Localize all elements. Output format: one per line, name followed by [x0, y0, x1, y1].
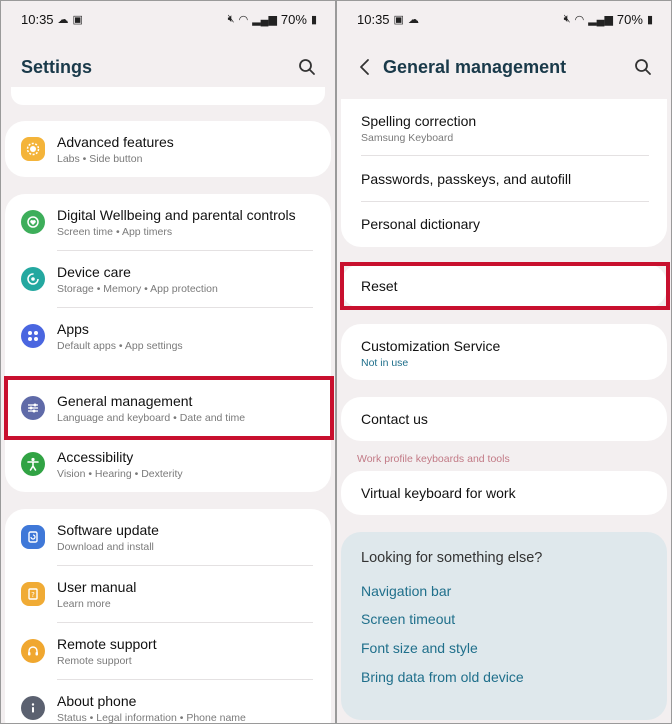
row-title: Personal dictionary [361, 216, 481, 232]
row-customization-service[interactable]: Customization Service Not in use [341, 324, 667, 380]
link-screen-timeout[interactable]: Screen timeout [361, 611, 455, 627]
row-title: User manual [57, 579, 137, 595]
row-subtitle: Learn more [57, 598, 111, 610]
info-icon [21, 696, 45, 720]
row-apps[interactable]: Apps Default apps • App settings [5, 308, 331, 364]
card-about-group: Software update Download and install ? U… [5, 509, 331, 724]
search-icon [299, 59, 315, 75]
row-virtual-keyboard-work[interactable]: Virtual keyboard for work [341, 471, 667, 515]
apps-grid-icon [21, 324, 45, 348]
status-time: 10:35 [21, 11, 54, 27]
row-remote-support[interactable]: Remote support Remote support [5, 623, 331, 679]
row-subtitle: Samsung Keyboard [361, 132, 454, 144]
headset-icon [21, 639, 45, 663]
row-title: Accessibility [57, 449, 134, 465]
mute-icon: 🔇︎ [227, 12, 235, 25]
device-care-icon [21, 267, 45, 291]
settings-screen: 10:35 ☁ ▣ 🔇︎ ◠ ▂▄▆ 70% ▮ Settings Advanc… [0, 0, 336, 724]
page-title: Settings [21, 56, 93, 77]
svg-text:?: ? [31, 591, 35, 599]
row-user-manual[interactable]: ? User manual Learn more [5, 566, 331, 622]
row-subtitle: Screen time • App timers [57, 226, 173, 238]
link-navigation-bar[interactable]: Navigation bar [361, 583, 451, 599]
row-device-care[interactable]: Device care Storage • Memory • App prote… [5, 251, 331, 307]
manual-icon: ? [21, 582, 45, 606]
row-status: Not in use [361, 357, 409, 369]
mute-icon: 🔇︎ [563, 12, 571, 25]
row-title: Passwords, passkeys, and autofill [361, 171, 572, 187]
row-subtitle: Storage • Memory • App protection [57, 283, 218, 295]
link-font-size-style[interactable]: Font size and style [361, 640, 478, 656]
general-management-screen: 10:35 ▣ ☁ 🔇︎ ◠ ▂▄▆ 70% ▮ General managem… [336, 0, 672, 724]
card-contact: Contact us [341, 397, 667, 441]
search-button[interactable] [629, 53, 657, 81]
header: General management [337, 45, 671, 89]
suggestions-title: Looking for something else? [361, 550, 543, 566]
row-subtitle: Remote support [57, 655, 132, 667]
status-bar: 10:35 ▣ ☁ 🔇︎ ◠ ▂▄▆ 70% ▮ [337, 1, 671, 37]
gallery-icon: ▣ [393, 13, 404, 26]
signal-icon: ▂▄▆ [252, 13, 277, 26]
row-title: Advanced features [57, 134, 174, 150]
suggestions-card: Looking for something else? Navigation b… [341, 532, 667, 720]
battery-percent: 70% [280, 11, 307, 27]
row-advanced-features[interactable]: Advanced features Labs • Side button [5, 121, 331, 177]
page-title: General management [383, 56, 567, 77]
card-remnant [11, 87, 325, 105]
row-subtitle: Vision • Hearing • Dexterity [57, 468, 183, 480]
row-spelling-correction[interactable]: Spelling correction Samsung Keyboard [341, 99, 667, 155]
row-title: Remote support [57, 636, 157, 652]
accessibility-icon [21, 452, 45, 476]
wifi-icon: ◠ [238, 13, 249, 26]
row-accessibility[interactable]: Accessibility Vision • Hearing • Dexteri… [5, 436, 331, 492]
row-title: Device care [57, 264, 131, 280]
row-digital-wellbeing[interactable]: Digital Wellbeing and parental controls … [5, 194, 331, 250]
status-time: 10:35 [357, 11, 390, 27]
signal-icon: ▂▄▆ [588, 13, 613, 26]
row-title: Software update [57, 522, 159, 538]
highlight-box [4, 376, 334, 440]
row-subtitle: Download and install [57, 541, 154, 553]
card-keyboard-group: Spelling correction Samsung Keyboard Pas… [341, 99, 667, 247]
wifi-icon: ◠ [574, 13, 585, 26]
search-button[interactable] [293, 53, 321, 81]
battery-icon: ▮ [310, 13, 317, 26]
row-title: Digital Wellbeing and parental controls [57, 207, 296, 223]
card-customization: Customization Service Not in use [341, 324, 667, 380]
card-advanced: Advanced features Labs • Side button [5, 121, 331, 177]
search-icon [635, 59, 651, 75]
highlight-box [340, 262, 670, 310]
section-header: Work profile keyboards and tools [357, 453, 510, 465]
cloud-icon: ☁ [57, 13, 69, 26]
row-title: Spelling correction [361, 113, 477, 129]
link-bring-data[interactable]: Bring data from old device [361, 669, 524, 685]
back-button[interactable] [353, 53, 377, 81]
row-personal-dictionary[interactable]: Personal dictionary [341, 202, 667, 247]
card-main-group: Digital Wellbeing and parental controls … [5, 194, 331, 492]
battery-percent: 70% [616, 11, 643, 27]
star-gear-icon [21, 137, 45, 161]
wellbeing-heart-icon [21, 210, 45, 234]
row-about-phone[interactable]: About phone Status • Legal information •… [5, 680, 331, 724]
chevron-left-icon [360, 59, 369, 75]
row-passwords-autofill[interactable]: Passwords, passkeys, and autofill [341, 156, 667, 201]
header: Settings [1, 45, 335, 89]
row-title: Customization Service [361, 338, 501, 354]
row-title: Virtual keyboard for work [361, 485, 516, 501]
row-title: Contact us [361, 411, 428, 427]
row-contact-us[interactable]: Contact us [341, 397, 667, 441]
row-subtitle: Default apps • App settings [57, 340, 183, 352]
row-subtitle: Labs • Side button [57, 153, 143, 165]
row-software-update[interactable]: Software update Download and install [5, 509, 331, 565]
cloud-icon: ☁ [407, 13, 419, 26]
status-bar: 10:35 ☁ ▣ 🔇︎ ◠ ▂▄▆ 70% ▮ [1, 1, 335, 37]
row-subtitle: Status • Legal information • Phone name [57, 712, 246, 724]
card-work-keyboard: Virtual keyboard for work [341, 471, 667, 515]
row-title: About phone [57, 693, 137, 709]
software-update-icon [21, 525, 45, 549]
gallery-icon: ▣ [72, 13, 83, 26]
battery-icon: ▮ [646, 13, 653, 26]
row-title: Apps [57, 321, 89, 337]
